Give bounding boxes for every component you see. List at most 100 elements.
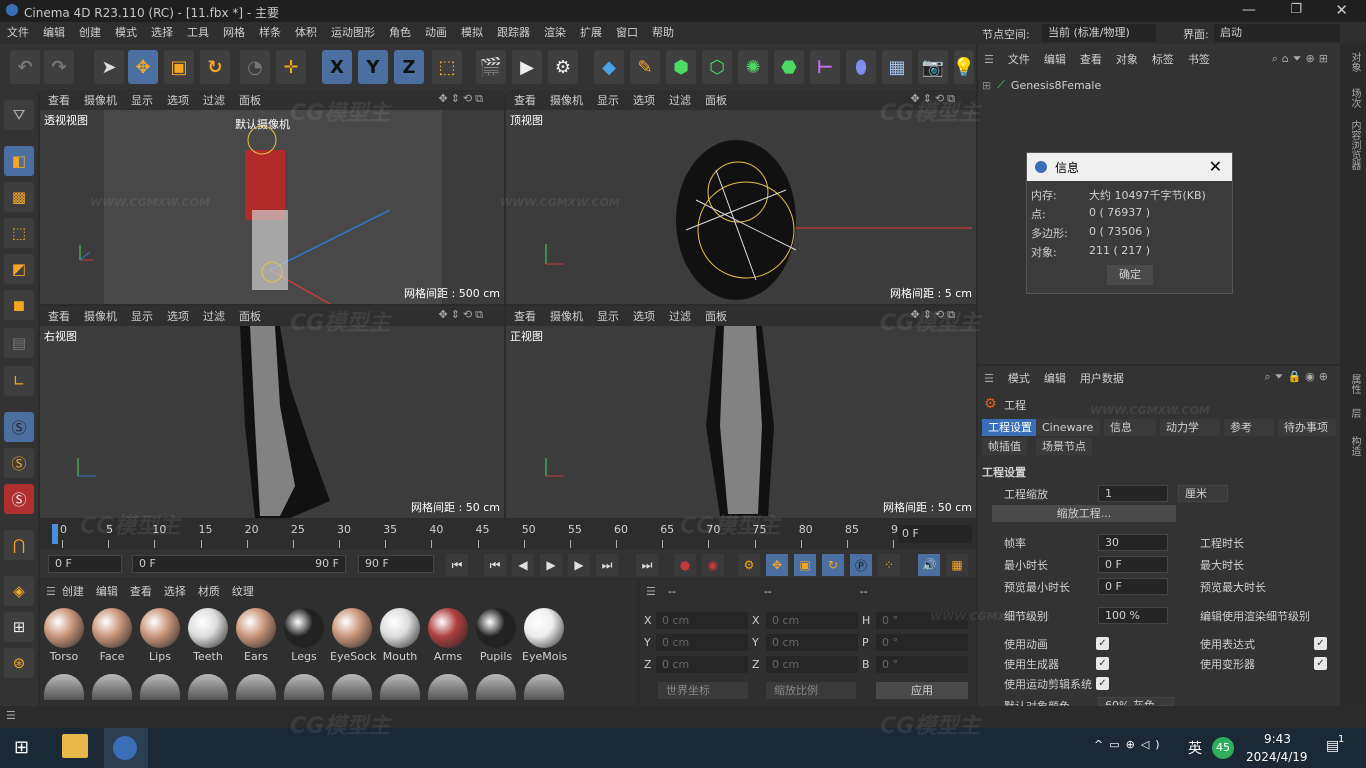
attr-menu-mode[interactable]: 模式: [1008, 370, 1030, 386]
material-thumbnail[interactable]: Torso: [42, 608, 86, 663]
tab-reference[interactable]: 参考: [1224, 419, 1274, 436]
vp-menu-options[interactable]: 选项: [167, 308, 189, 324]
object-name[interactable]: Genesis8Female: [1011, 79, 1101, 92]
current-frame-field[interactable]: 0 F: [898, 525, 972, 543]
extrude-icon[interactable]: ⬡: [702, 50, 732, 84]
coord-input[interactable]: 0 cm: [656, 656, 748, 673]
vp-menu-camera[interactable]: 摄像机: [84, 92, 117, 108]
use-motion-system-checkbox[interactable]: ✓: [1096, 677, 1109, 690]
material-thumbnail[interactable]: Arms: [426, 608, 470, 663]
menu-item[interactable]: 渲染: [537, 22, 573, 44]
timeline-ruler[interactable]: 051015202530354045505560657075808590 0 F: [40, 520, 976, 550]
viewport-nav-icons[interactable]: ✥⇕⟲⧉: [438, 92, 486, 106]
vp-menu-view[interactable]: 查看: [48, 92, 70, 108]
tab-info[interactable]: 信息: [1104, 419, 1156, 436]
vp-menu-view[interactable]: 查看: [48, 308, 70, 324]
material-thumbnail[interactable]: [236, 674, 276, 700]
vp-menu-panel[interactable]: 面板: [239, 308, 261, 324]
vp-menu-panel[interactable]: 面板: [705, 308, 727, 324]
tray-icons[interactable]: ^▭⊕◁): [1094, 738, 1166, 751]
vp-menu-panel[interactable]: 面板: [239, 92, 261, 108]
ime-indicator[interactable]: 英: [1188, 738, 1202, 758]
hamburger-icon[interactable]: ☰: [984, 372, 994, 385]
material-thumbnail[interactable]: Teeth: [186, 608, 230, 663]
maximize-icon[interactable]: ❐: [1290, 2, 1302, 17]
vp-menu-display[interactable]: 显示: [131, 92, 153, 108]
objmgr-tool-icons[interactable]: ⌕⌂⏷⊕⊞: [1272, 52, 1332, 66]
material-thumbnail[interactable]: EyeMois: [522, 608, 567, 663]
obj-menu-edit[interactable]: 编辑: [1044, 51, 1066, 67]
vp-menu-options[interactable]: 选项: [633, 308, 655, 324]
menu-item[interactable]: 创建: [72, 22, 108, 44]
sound-icon[interactable]: 🔊: [918, 554, 940, 576]
axis-mode-icon[interactable]: ∟: [4, 366, 34, 396]
use-deformers-checkbox[interactable]: ✓: [1314, 657, 1327, 670]
vp-menu-filter[interactable]: 过滤: [203, 92, 225, 108]
menu-item[interactable]: 跟踪器: [490, 22, 537, 44]
tab-todo[interactable]: 待办事项: [1278, 419, 1336, 436]
goto-end-icon[interactable]: ⏭: [636, 554, 658, 576]
vp-menu-options[interactable]: 选项: [167, 92, 189, 108]
material-thumbnail[interactable]: [524, 674, 564, 700]
vp-menu-filter[interactable]: 过滤: [669, 92, 691, 108]
mat-menu-create[interactable]: 创建: [62, 583, 84, 599]
menu-item[interactable]: 动画: [418, 22, 454, 44]
scale-project-button[interactable]: 缩放工程...: [992, 505, 1176, 522]
snap-settings-icon[interactable]: Ⓢ: [4, 448, 34, 478]
render-view-icon[interactable]: 🎬: [476, 50, 506, 84]
menu-item[interactable]: 模式: [108, 22, 144, 44]
prev-frame-icon[interactable]: ◀: [512, 554, 534, 576]
end-frame-field[interactable]: 90 F: [358, 555, 434, 573]
use-animation-checkbox[interactable]: ✓: [1096, 637, 1109, 650]
material-thumbnail[interactable]: [44, 674, 84, 700]
material-thumbnail[interactable]: [332, 674, 372, 700]
vp-menu-options[interactable]: 选项: [633, 92, 655, 108]
mograph-icon[interactable]: ⬣: [774, 50, 804, 84]
key-position-icon[interactable]: ✥: [766, 554, 788, 576]
menu-item[interactable]: 网格: [216, 22, 252, 44]
keyframe-selection-icon[interactable]: ⚙: [738, 554, 760, 576]
coord-input[interactable]: 0 cm: [766, 656, 858, 673]
coord-input[interactable]: 0 °: [876, 656, 968, 673]
planar-workplane-icon[interactable]: ⊛: [4, 648, 34, 678]
auto-key-icon[interactable]: ◉: [702, 554, 724, 576]
hamburger-icon[interactable]: ☰: [46, 585, 56, 598]
clock-time[interactable]: 9:43: [1264, 732, 1291, 746]
uv-mode-icon[interactable]: ▤: [4, 328, 34, 358]
mat-menu-texture[interactable]: 纹理: [232, 583, 254, 599]
mat-menu-view[interactable]: 查看: [130, 583, 152, 599]
range-slider[interactable]: 0 F 90 F: [132, 555, 346, 573]
obj-menu-bookmarks[interactable]: 书签: [1188, 51, 1210, 67]
attr-menu-edit[interactable]: 编辑: [1044, 370, 1066, 386]
material-thumbnail[interactable]: Lips: [138, 608, 182, 663]
cube-icon[interactable]: ◆: [594, 50, 624, 84]
pen-icon[interactable]: ✎: [630, 50, 660, 84]
material-thumbnail[interactable]: [380, 674, 420, 700]
lod-input[interactable]: 100 %: [1098, 607, 1168, 624]
tab-frame-interp[interactable]: 帧插值: [982, 438, 1027, 455]
select-tool-icon[interactable]: ➤: [94, 50, 124, 84]
preview-min-input[interactable]: 0 F: [1098, 578, 1168, 595]
play-icon[interactable]: ▶: [540, 554, 562, 576]
vp-menu-camera[interactable]: 摄像机: [550, 308, 583, 324]
apply-button[interactable]: 应用: [876, 682, 968, 699]
attr-menu-userdata[interactable]: 用户数据: [1080, 370, 1124, 386]
coordinate-system-icon[interactable]: ⬚: [432, 50, 462, 84]
next-frame-icon[interactable]: ▶: [568, 554, 590, 576]
transform-tool-icon[interactable]: ✛: [276, 50, 306, 84]
menu-item[interactable]: 模拟: [454, 22, 490, 44]
layout-select[interactable]: 启动: [1214, 24, 1340, 42]
node-space-select[interactable]: 当前 (标准/物理): [1042, 24, 1156, 42]
x-axis-lock-button[interactable]: X: [322, 50, 352, 84]
project-scale-input[interactable]: 1: [1098, 485, 1168, 502]
mat-menu-edit[interactable]: 编辑: [96, 583, 118, 599]
world-coords-select[interactable]: 世界坐标: [658, 682, 748, 699]
close-icon[interactable]: ✕: [1209, 157, 1222, 176]
redo-button[interactable]: ↷: [44, 50, 74, 84]
strip-tab[interactable]: 属性: [1347, 374, 1362, 394]
menu-item[interactable]: 文件: [0, 22, 36, 44]
next-key-icon[interactable]: ⏭: [596, 554, 618, 576]
obj-menu-object[interactable]: 对象: [1116, 51, 1138, 67]
file-explorer-icon[interactable]: [62, 734, 88, 758]
vp-menu-display[interactable]: 显示: [131, 308, 153, 324]
